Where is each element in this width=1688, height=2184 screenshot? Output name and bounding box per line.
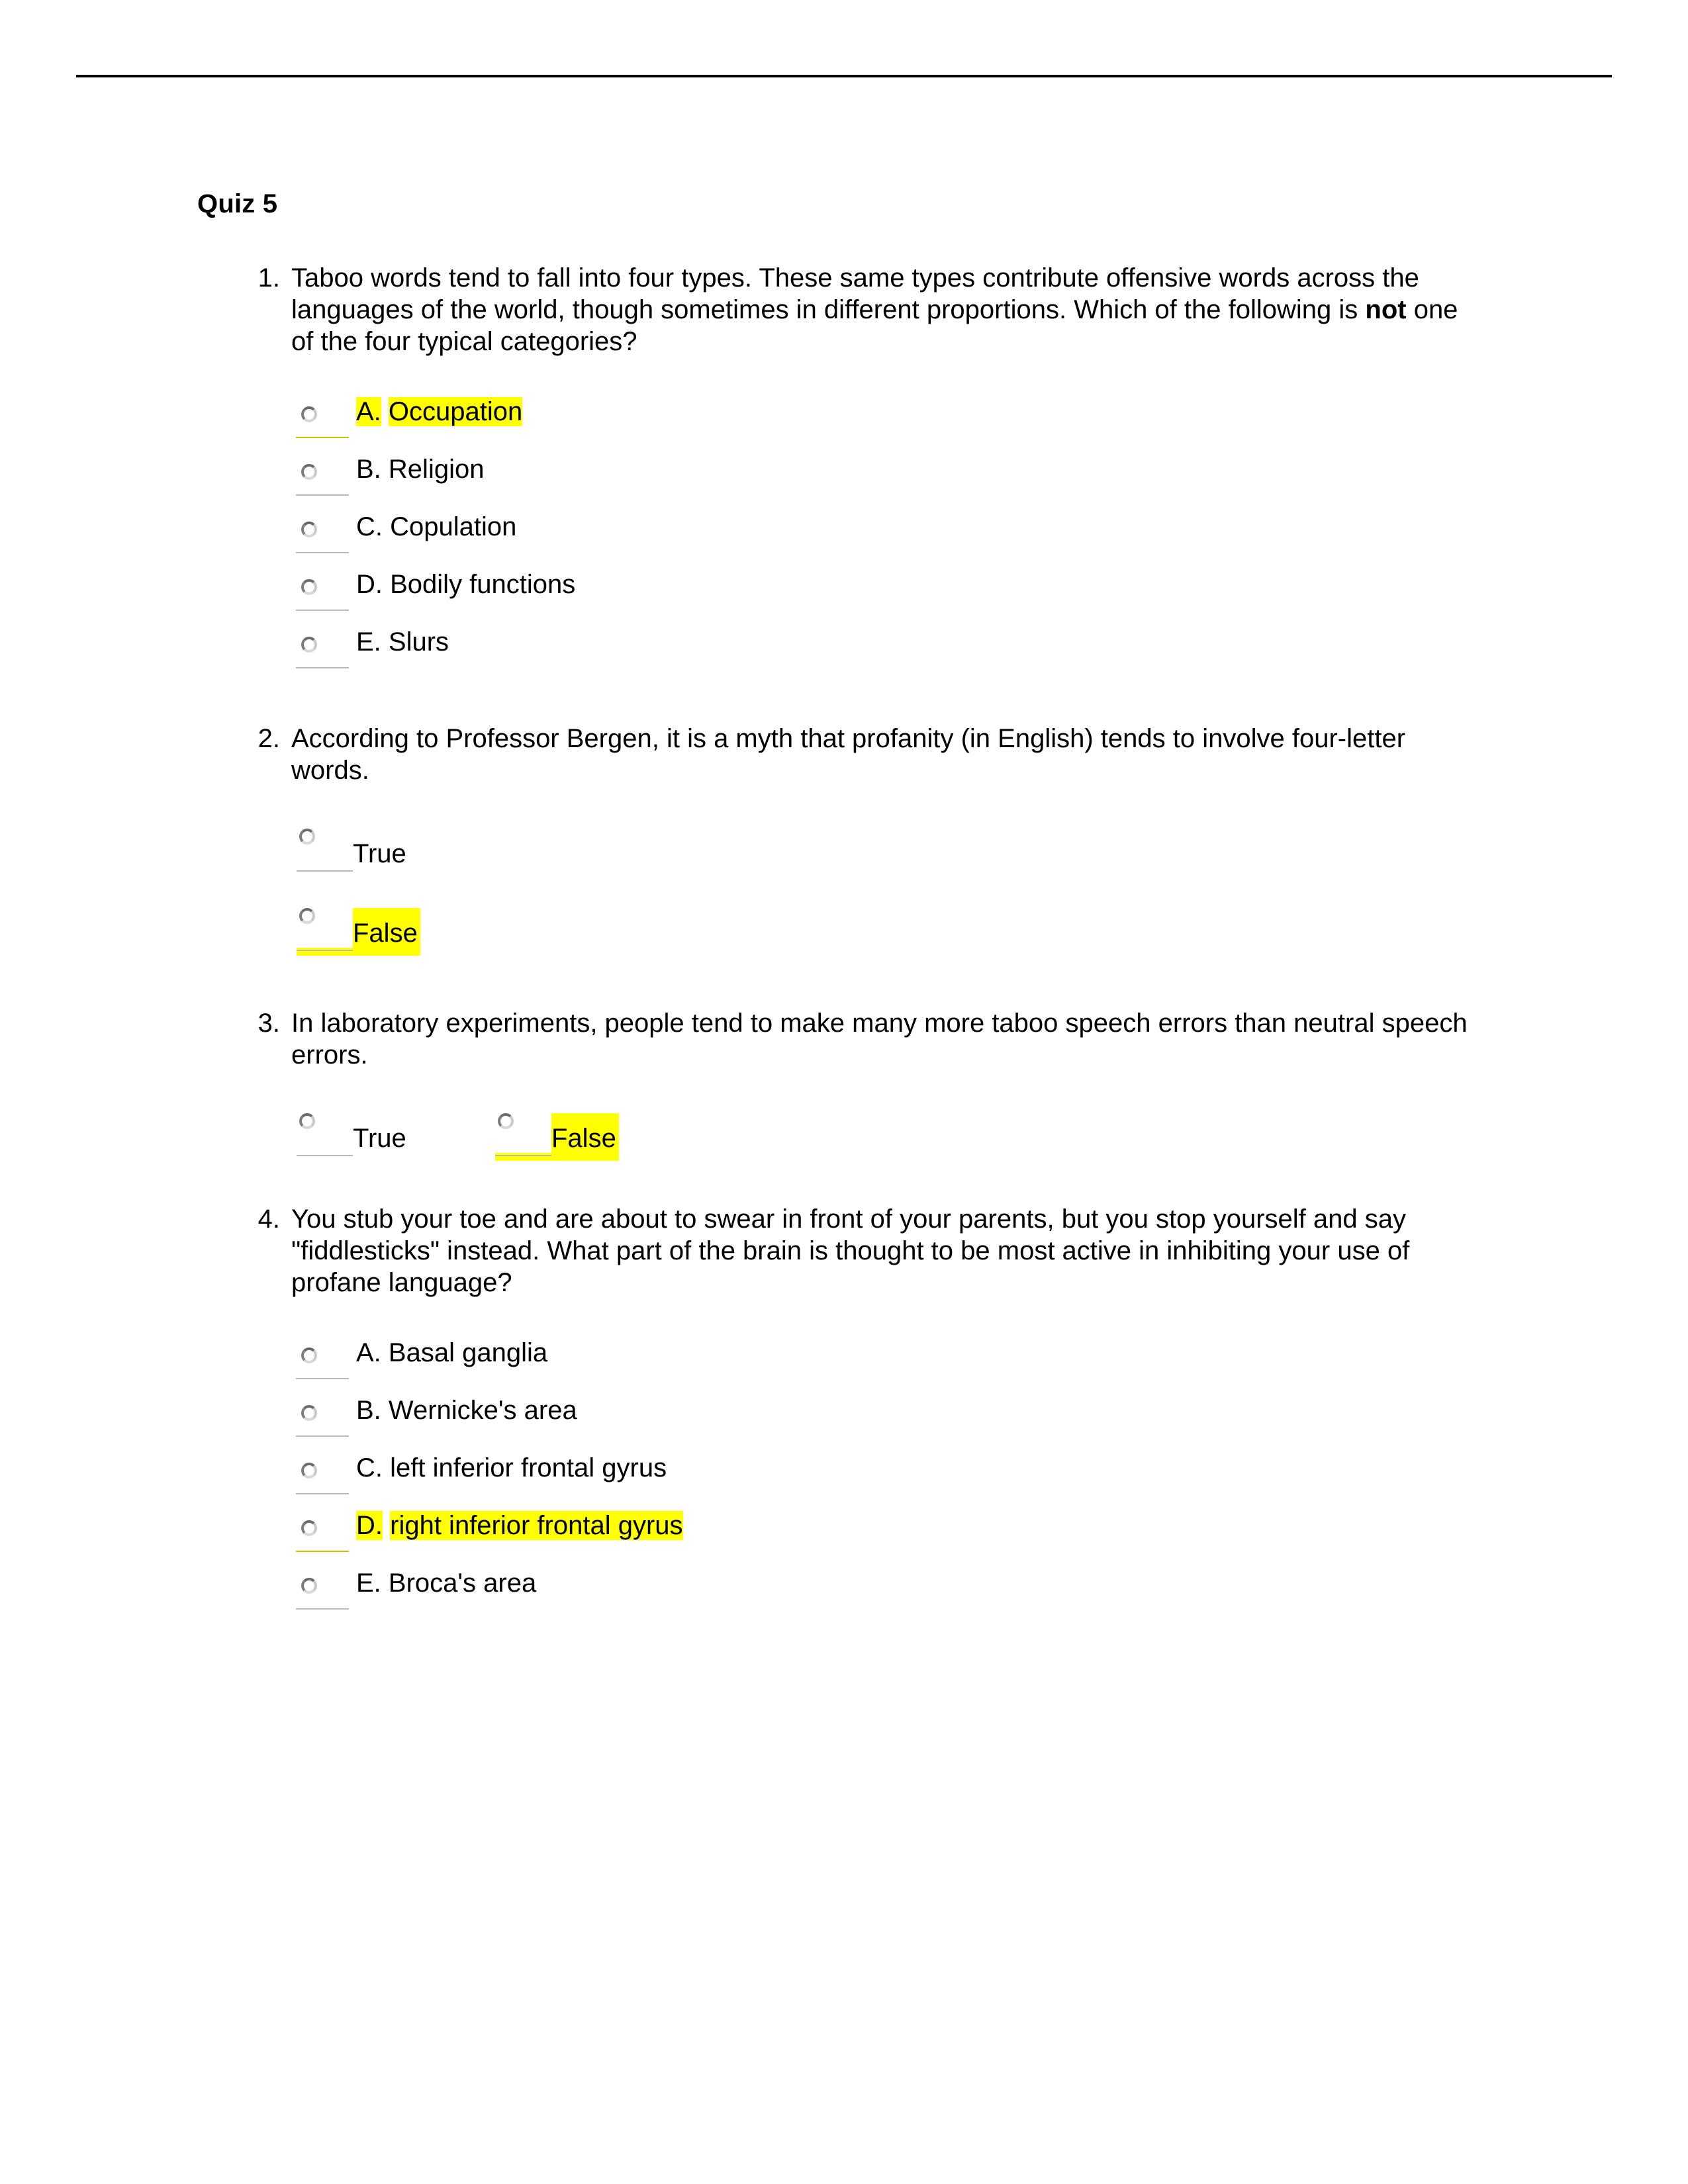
option-gap: [381, 1338, 389, 1367]
option-letter: E.: [356, 1569, 381, 1598]
option-label: True: [353, 839, 406, 868]
option-underline: [296, 1435, 349, 1437]
option-letter: B.: [356, 1396, 381, 1425]
option-text: Bodily functions: [390, 570, 576, 599]
option-underline: [495, 1155, 551, 1156]
option-underline: [296, 1551, 349, 1552]
option-gap: [383, 512, 390, 541]
option-label: A. Occupation: [356, 396, 523, 428]
option-underline: [296, 494, 349, 496]
option-gap: [383, 1511, 390, 1540]
option-letter: C.: [356, 1453, 383, 1482]
radio-button-icon[interactable]: [301, 1463, 317, 1479]
option-gap: [381, 1569, 389, 1598]
option-label: False: [353, 919, 418, 948]
option-underline: [296, 1378, 349, 1379]
option-label: D. right inferior frontal gyrus: [356, 1510, 683, 1541]
option-text: Religion: [388, 455, 485, 484]
radio-button-icon[interactable]: [301, 1347, 317, 1363]
option-underline: [296, 1608, 349, 1610]
option-label: C. left inferior frontal gyrus: [356, 1452, 667, 1484]
option-letter: A.: [356, 397, 381, 426]
option-underline: [297, 870, 353, 872]
option-gap: [381, 397, 389, 426]
option-label: C. Copulation: [356, 511, 516, 543]
option-letter: E.: [356, 627, 381, 657]
option-label: True: [353, 1124, 406, 1153]
option-gap: [383, 570, 390, 599]
radio-button-icon[interactable]: [299, 1113, 315, 1129]
radio-button-icon[interactable]: [301, 464, 317, 480]
radio-button-icon[interactable]: [301, 522, 317, 537]
header-rule: [76, 75, 1612, 77]
option-text: Broca's area: [388, 1569, 537, 1598]
option-letter: C.: [356, 512, 383, 541]
question-4-text: You stub your toe and are about to swear…: [291, 1205, 1410, 1297]
question-3-text: In laboratory experiments, people tend t…: [291, 1009, 1468, 1069]
option-underline: [296, 1493, 349, 1494]
option-label: E. Slurs: [356, 626, 449, 658]
question-2-number: 2.: [258, 724, 280, 753]
option-highlight-tail: [297, 948, 353, 956]
option-text: Slurs: [388, 627, 449, 657]
option-text: Basal ganglia: [388, 1338, 548, 1367]
option-letter: D.: [356, 570, 383, 599]
question-1-text-emphasis: not: [1365, 295, 1407, 324]
option-gap: [381, 627, 389, 657]
option-text: Wernicke's area: [388, 1396, 577, 1425]
option-underline: [296, 610, 349, 611]
document-page: Quiz 5 1. Taboo words tend to fall into …: [0, 0, 1688, 2184]
radio-button-icon[interactable]: [301, 1520, 317, 1536]
radio-button-icon[interactable]: [301, 579, 317, 595]
option-letter: A.: [356, 1338, 381, 1367]
option-underline: [296, 437, 349, 438]
question-3-number: 3.: [258, 1009, 280, 1038]
option-label: False: [551, 1124, 616, 1153]
question-2-text: According to Professor Bergen, it is a m…: [291, 724, 1406, 785]
option-underline: [297, 950, 353, 951]
question-4-number: 4.: [258, 1205, 280, 1234]
option-label: A. Basal ganglia: [356, 1337, 547, 1369]
page-title: Quiz 5: [197, 189, 278, 218]
option-gap: [381, 455, 389, 484]
option-underline: [296, 552, 349, 553]
question-1-text-before: Taboo words tend to fall into four types…: [291, 263, 1419, 324]
option-text: right inferior frontal gyrus: [390, 1511, 683, 1540]
question-1-text: Taboo words tend to fall into four types…: [291, 262, 1470, 357]
radio-button-icon[interactable]: [299, 829, 315, 844]
radio-button-icon[interactable]: [498, 1113, 514, 1129]
radio-button-icon[interactable]: [301, 406, 317, 422]
option-label: E. Broca's area: [356, 1567, 536, 1599]
option-text: Copulation: [390, 512, 517, 541]
option-letter: B.: [356, 455, 381, 484]
option-gap: [381, 1396, 389, 1425]
option-highlight-tail: [495, 1153, 551, 1161]
radio-button-icon[interactable]: [301, 1405, 317, 1421]
question-1-number: 1.: [258, 263, 280, 293]
option-underline: [296, 667, 349, 668]
radio-button-icon[interactable]: [301, 637, 317, 653]
option-text: left inferior frontal gyrus: [390, 1453, 667, 1482]
option-gap: [383, 1453, 390, 1482]
option-label: D. Bodily functions: [356, 569, 575, 600]
option-letter: D.: [356, 1511, 383, 1540]
radio-button-icon[interactable]: [299, 908, 315, 924]
option-label: B. Wernicke's area: [356, 1394, 577, 1426]
radio-button-icon[interactable]: [301, 1578, 317, 1594]
option-underline: [297, 1155, 353, 1156]
option-label: B. Religion: [356, 453, 484, 485]
option-text: Occupation: [388, 397, 523, 426]
